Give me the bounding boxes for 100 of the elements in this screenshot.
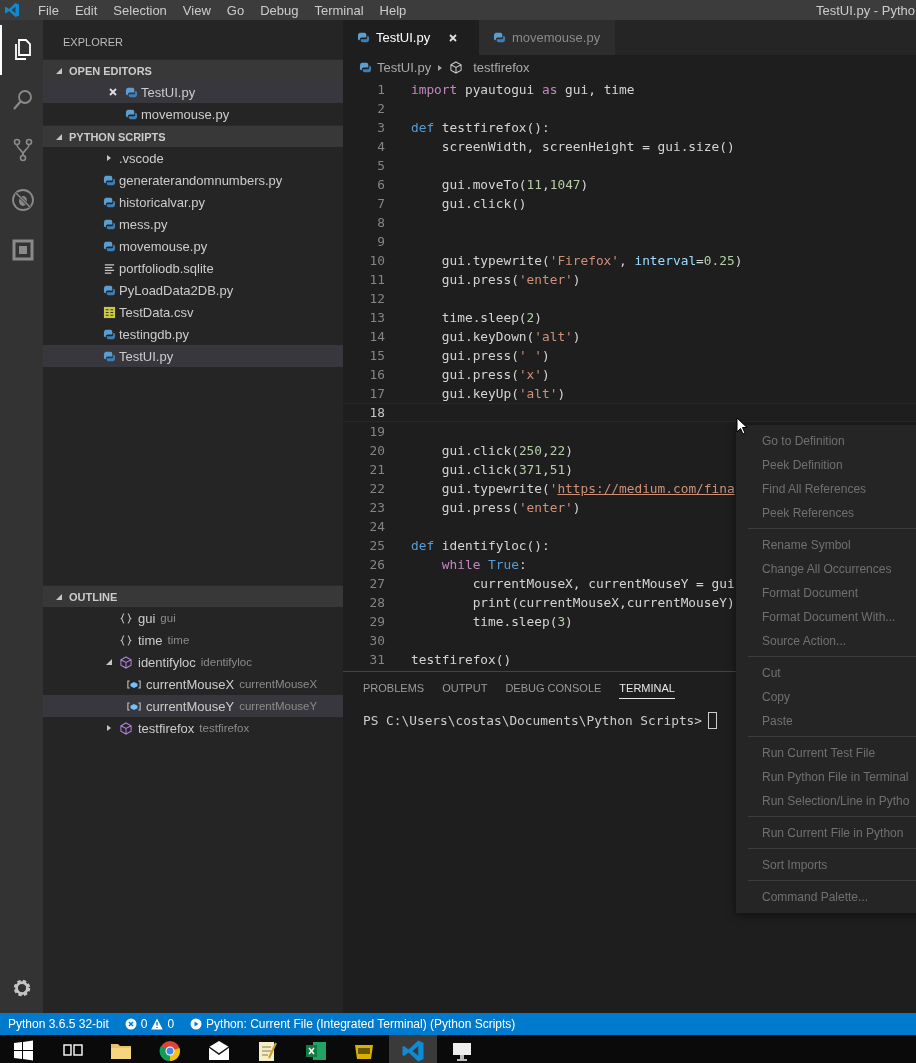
explorer-row[interactable]: mess.py bbox=[43, 213, 343, 235]
launch-config[interactable]: Python: Current File (Integrated Terminal) (Python Scripts) bbox=[206, 1017, 516, 1031]
search-icon bbox=[10, 88, 35, 112]
python-file-icon bbox=[102, 239, 116, 253]
python-file-icon bbox=[493, 31, 506, 44]
close-icon[interactable] bbox=[448, 32, 459, 43]
line-number: 22 bbox=[368, 481, 385, 496]
symbol-name: currentMouseX bbox=[146, 676, 235, 692]
explorer-row[interactable]: PyLoadData2DB.py bbox=[43, 279, 343, 301]
cube-icon bbox=[119, 655, 133, 669]
chevron-right-icon[interactable] bbox=[105, 724, 113, 732]
menu-item[interactable]: File bbox=[30, 2, 67, 18]
explorer-row[interactable]: TestData.csv bbox=[43, 301, 343, 323]
outline-item[interactable]: currentMouseY currentMouseY bbox=[43, 695, 343, 717]
code-line: gui.moveTo(11,1047) bbox=[440, 177, 589, 192]
menu-item[interactable]: Terminal bbox=[306, 2, 372, 18]
explorer-row[interactable]: historicalvar.py bbox=[43, 191, 343, 213]
extensions-icon bbox=[10, 238, 35, 262]
editor-tab[interactable]: TestUI.py bbox=[343, 20, 479, 55]
python-file-icon bbox=[124, 85, 138, 99]
file-name: testingdb.py bbox=[119, 326, 190, 342]
line-number: 28 bbox=[368, 595, 385, 610]
cube-icon bbox=[119, 721, 133, 735]
line-number: 10 bbox=[368, 253, 385, 268]
section-header[interactable]: OPEN EDITORS bbox=[43, 59, 343, 81]
menu-item[interactable]: Debug bbox=[252, 2, 307, 18]
outline-item[interactable]: currentMouseX currentMouseX bbox=[43, 673, 343, 695]
symbol-detail: time bbox=[167, 634, 190, 646]
panel-tab[interactable]: PROBLEMS bbox=[363, 680, 425, 699]
outline-item[interactable]: gui gui bbox=[43, 607, 343, 629]
play-icon[interactable] bbox=[190, 1018, 203, 1030]
breadcrumb-item[interactable]: testfirefox bbox=[473, 60, 530, 75]
cube-icon bbox=[449, 61, 464, 74]
chevron-down-icon[interactable] bbox=[105, 658, 113, 666]
code-line: currentMouseX, currentMouseY = gui bbox=[471, 576, 735, 591]
sidebar-title: EXPLORER bbox=[62, 35, 124, 50]
editor-logo-icon bbox=[4, 2, 20, 18]
code-line: def testfirefox(): bbox=[411, 120, 550, 135]
line-number: 12 bbox=[368, 291, 385, 306]
menu-item[interactable]: Help bbox=[371, 2, 415, 18]
line-number: 7 bbox=[376, 196, 385, 211]
code-line: def identifyloc(): bbox=[411, 538, 550, 553]
file-name: generaterandomnumbers.py bbox=[119, 172, 283, 188]
code-line: gui.click(250,22) bbox=[440, 443, 573, 458]
outline-item[interactable]: testfirefox testfirefox bbox=[43, 717, 343, 739]
chevron-down-icon[interactable] bbox=[55, 592, 63, 601]
code-line: gui.click(371,51) bbox=[440, 462, 573, 477]
file-name: .vscode bbox=[119, 150, 164, 166]
explorer-row[interactable]: TestUI.py bbox=[43, 345, 343, 367]
terminal-prompt: PS C:\Users\costas\Documents\Python Scripts> bbox=[363, 713, 702, 728]
line-number: 2 bbox=[376, 101, 385, 116]
panel-tab[interactable]: DEBUG CONSOLE bbox=[505, 680, 602, 699]
chevron-right-icon[interactable] bbox=[105, 154, 113, 162]
browser-icon bbox=[158, 1039, 183, 1063]
section-header[interactable]: PYTHON SCRIPTS bbox=[43, 125, 343, 147]
explorer-row[interactable]: .vscode bbox=[43, 147, 343, 169]
outline-item[interactable]: time time bbox=[43, 629, 343, 651]
close-icon[interactable] bbox=[108, 87, 118, 97]
code-line: while True: bbox=[440, 557, 527, 572]
symbol-name: currentMouseY bbox=[146, 698, 235, 714]
error-icon[interactable] bbox=[124, 1018, 137, 1030]
menu-item[interactable]: Go bbox=[218, 2, 253, 18]
explorer-row[interactable]: generaterandomnumbers.py bbox=[43, 169, 343, 191]
panel-tab[interactable]: TERMINAL bbox=[619, 680, 675, 699]
line-number: 25 bbox=[368, 538, 385, 553]
python-file-icon bbox=[357, 31, 370, 44]
window-title: TestUI.py - Pytho bbox=[816, 2, 916, 18]
open-editor-item[interactable]: TestUI.py bbox=[43, 81, 343, 103]
braces-icon bbox=[119, 633, 133, 647]
code-line: gui.press('enter') bbox=[440, 272, 581, 287]
menu-item[interactable]: Edit bbox=[66, 2, 106, 18]
panel-tab[interactable]: OUTPUT bbox=[442, 680, 488, 699]
file-name: historicalvar.py bbox=[119, 194, 205, 210]
line-number: 13 bbox=[368, 310, 385, 325]
explorer-row[interactable]: movemouse.py bbox=[43, 235, 343, 257]
outline-item[interactable]: identifyloc identifyloc bbox=[43, 651, 343, 673]
code-line: gui.typewrite('Firefox', interval=0.25) bbox=[440, 253, 743, 268]
symbol-detail: currentMouseX bbox=[239, 678, 318, 690]
line-number: 17 bbox=[368, 386, 385, 401]
breadcrumb-item[interactable]: TestUI.py bbox=[377, 60, 432, 75]
symbol-name: time bbox=[138, 632, 163, 648]
symbol-name: gui bbox=[138, 610, 156, 626]
warning-icon[interactable] bbox=[151, 1018, 164, 1030]
warning-count[interactable]: 0 bbox=[167, 1017, 175, 1031]
error-count[interactable]: 0 bbox=[140, 1017, 148, 1031]
menu-item[interactable]: Selection bbox=[105, 2, 175, 18]
open-editor-item[interactable]: movemouse.py bbox=[43, 103, 343, 125]
code-line: gui.press('x') bbox=[440, 367, 550, 382]
line-number: 3 bbox=[376, 120, 385, 135]
interpreter-label[interactable]: Python 3.6.5 32-bit bbox=[8, 1017, 109, 1031]
menu-item[interactable]: View bbox=[174, 2, 219, 18]
code-line: print(currentMouseX,currentMouseY) bbox=[471, 595, 735, 610]
explorer-row[interactable]: testingdb.py bbox=[43, 323, 343, 345]
section-header[interactable]: OUTLINE bbox=[43, 585, 343, 607]
chevron-down-icon[interactable] bbox=[55, 132, 63, 141]
file-name: PyLoadData2DB.py bbox=[119, 282, 234, 298]
code-line: gui.typewrite('https://medium.com/fina bbox=[440, 481, 735, 496]
explorer-row[interactable]: portfoliodb.sqlite bbox=[43, 257, 343, 279]
chevron-down-icon[interactable] bbox=[55, 66, 63, 75]
editor-tab[interactable]: movemouse.py bbox=[479, 20, 615, 55]
